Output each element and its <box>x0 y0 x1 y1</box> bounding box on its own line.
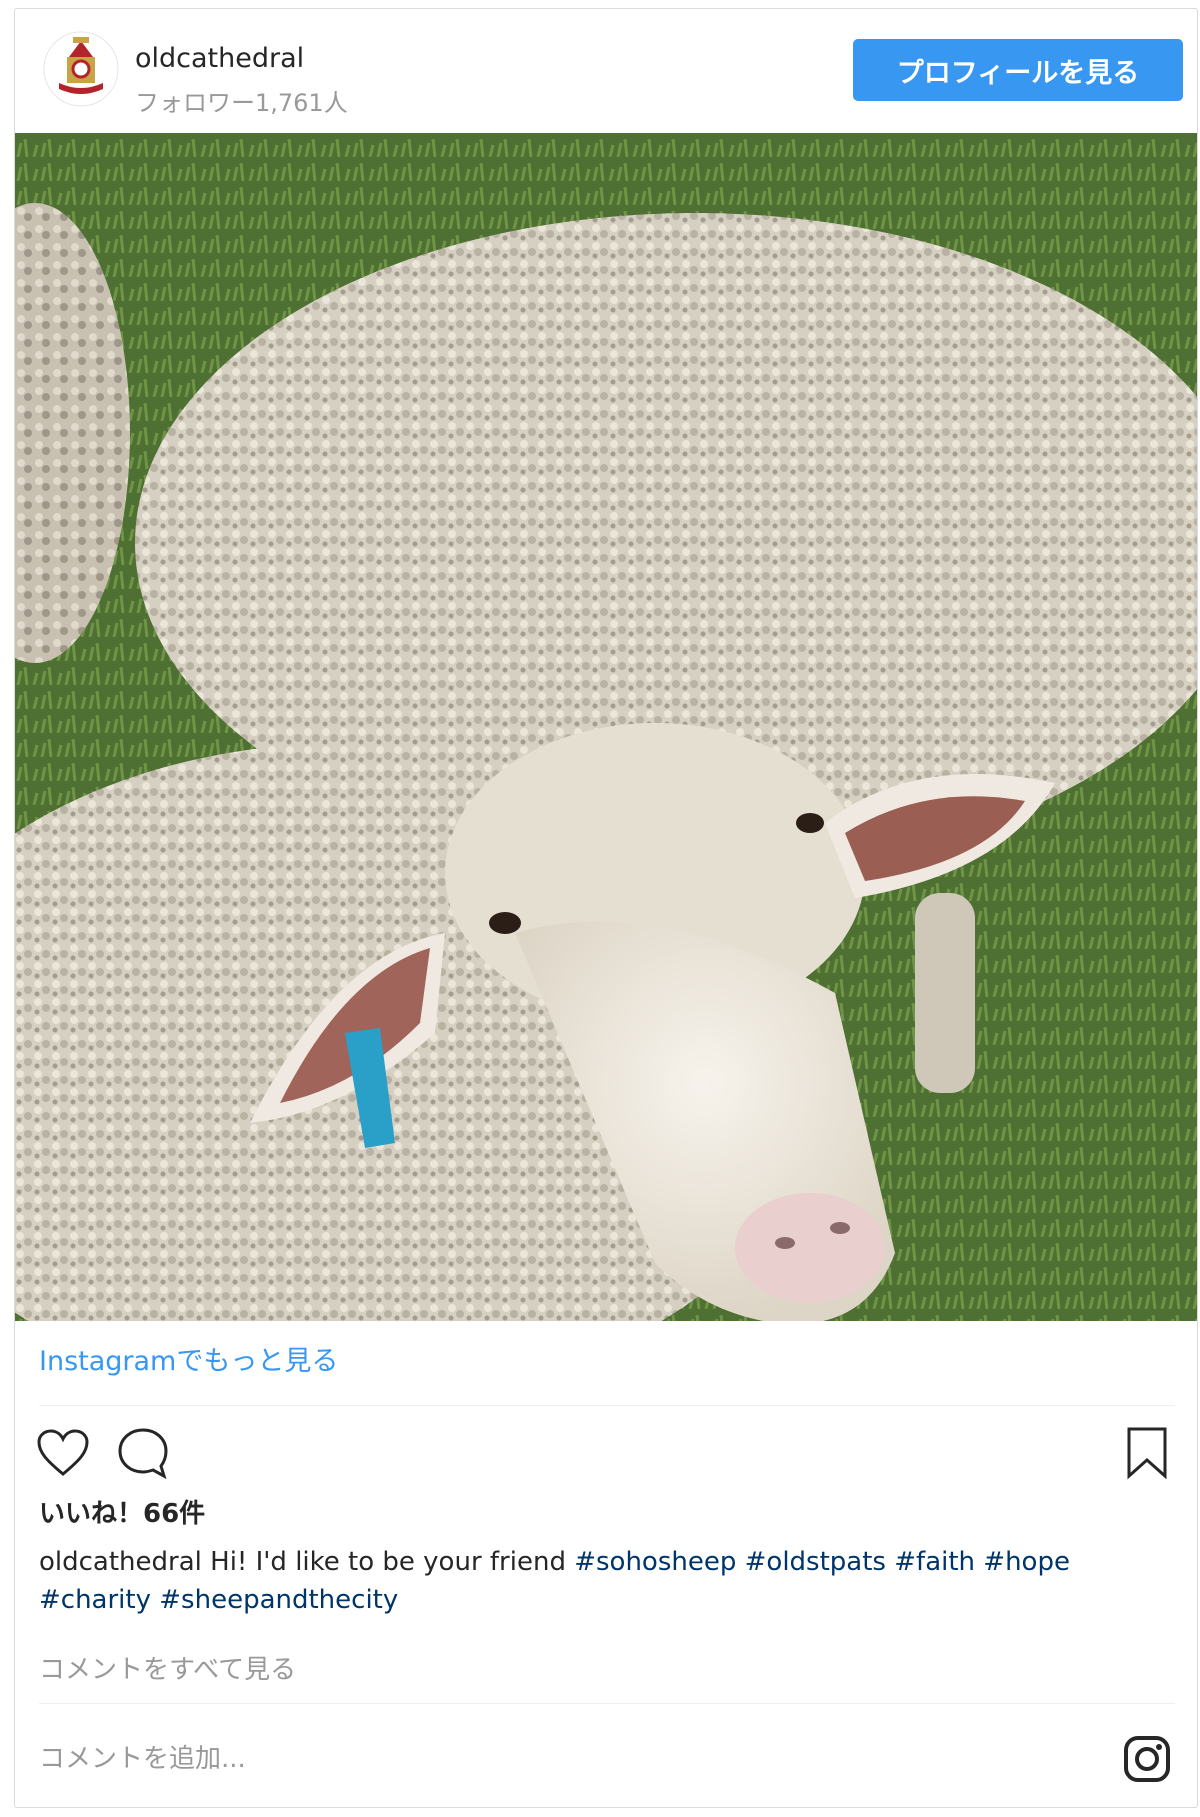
hashtag[interactable]: #sohosheep <box>574 1547 736 1577</box>
post-header: oldcathedral フォロワー1,761人 プロフィールを見る <box>15 9 1197 133</box>
cathedral-logo-icon <box>43 31 119 107</box>
view-profile-button[interactable]: プロフィールを見る <box>853 39 1183 101</box>
comment-button[interactable] <box>115 1425 171 1481</box>
hashtag[interactable]: #oldstpats <box>745 1547 886 1577</box>
avatar[interactable] <box>43 31 119 107</box>
divider <box>39 1405 1175 1406</box>
hashtag[interactable]: #charity <box>39 1585 151 1615</box>
hashtag[interactable]: #hope <box>983 1547 1070 1577</box>
like-count: いいね！66件 <box>39 1499 206 1529</box>
view-more-on-instagram-link[interactable]: Instagramでもっと見る <box>39 1339 338 1378</box>
save-button[interactable] <box>1119 1425 1175 1481</box>
post-photo[interactable] <box>15 133 1197 1321</box>
bookmark-icon <box>1127 1427 1167 1480</box>
username[interactable]: oldcathedral <box>135 43 304 74</box>
post-caption: oldcathedral Hi! I'd like to be your fri… <box>39 1543 1179 1619</box>
instagram-logo-button[interactable] <box>1119 1731 1175 1787</box>
instagram-icon <box>1124 1736 1170 1782</box>
add-comment-input[interactable] <box>39 1737 1039 1781</box>
like-button[interactable] <box>35 1425 91 1481</box>
divider <box>39 1703 1175 1704</box>
hashtag[interactable]: #faith <box>894 1547 975 1577</box>
view-all-comments-link[interactable]: コメントをすべて見る <box>39 1649 296 1686</box>
hashtag[interactable]: #sheepandthecity <box>159 1585 398 1615</box>
caption-text: Hi! I'd like to be your friend <box>210 1547 566 1577</box>
sheep-photo <box>15 133 1197 1321</box>
follower-count: フォロワー1,761人 <box>135 89 348 117</box>
heart-icon <box>37 1429 89 1476</box>
caption-username[interactable]: oldcathedral <box>39 1547 202 1577</box>
comment-icon <box>118 1428 168 1480</box>
instagram-embed-card: oldcathedral フォロワー1,761人 プロフィールを見る Insta… <box>14 8 1198 1808</box>
